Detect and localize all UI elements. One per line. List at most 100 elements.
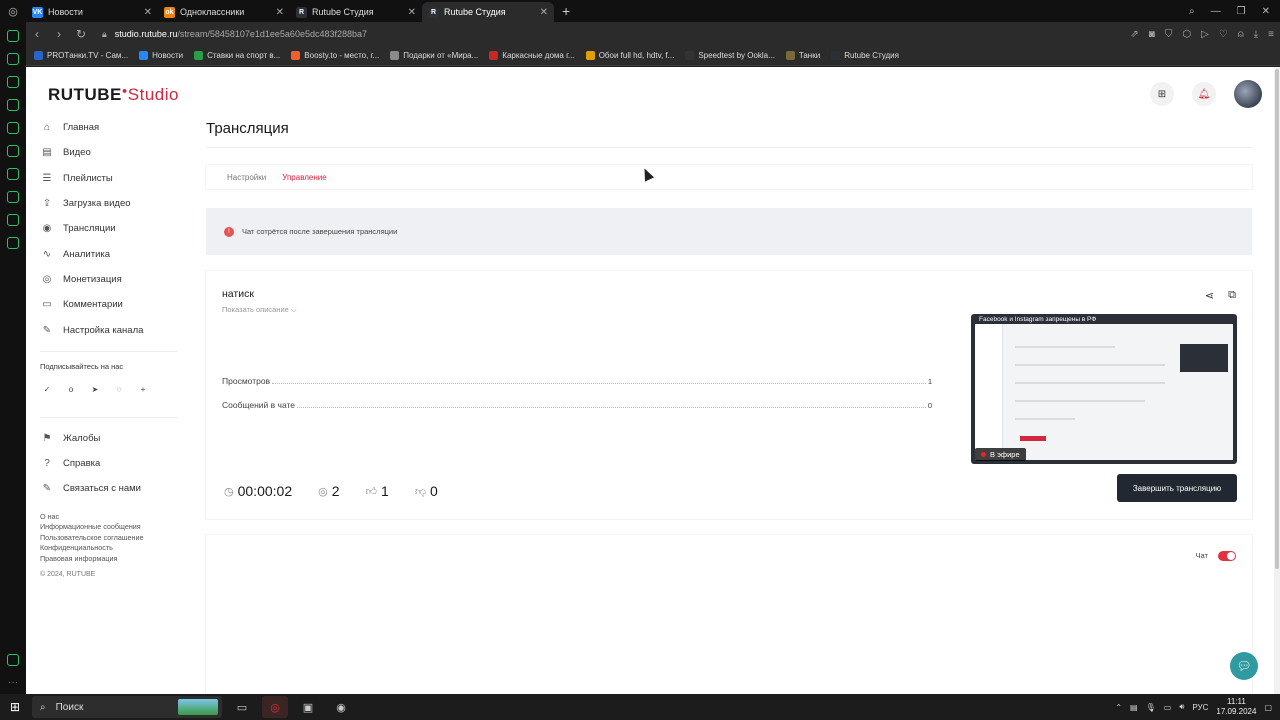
- rail-box-icon[interactable]: [7, 654, 19, 666]
- share-icon[interactable]: ⇗: [1130, 29, 1138, 40]
- rail-wallet-icon[interactable]: [7, 53, 19, 65]
- rail-vpn-icon[interactable]: [7, 168, 19, 180]
- close-tab-icon[interactable]: ✕: [276, 7, 284, 18]
- bookmark-item[interactable]: Boosty.to - место, г...: [291, 51, 379, 60]
- rail-whatsapp-icon[interactable]: [7, 99, 19, 111]
- close-tab-icon[interactable]: ✕: [540, 7, 548, 18]
- open-external-icon[interactable]: ⧉: [1228, 289, 1236, 302]
- bookmark-item[interactable]: Танки: [785, 51, 820, 60]
- tray-app-icon[interactable]: ▤: [1130, 703, 1138, 712]
- rutube-studio-logo[interactable]: RUTUBE●Studio: [48, 85, 179, 105]
- sidebar-item-home[interactable]: ⌂ Главная: [40, 115, 186, 140]
- close-tab-icon[interactable]: ✕: [408, 7, 416, 18]
- download-icon[interactable]: ⤓: [1254, 29, 1258, 40]
- scrollbar-thumb[interactable]: [1275, 69, 1279, 569]
- tab-management[interactable]: Управление: [282, 165, 326, 189]
- bookmark-item[interactable]: Speedtest by Ookla...: [685, 51, 775, 60]
- tray-chevron-icon[interactable]: ⌃: [1115, 703, 1122, 712]
- rail-settings-icon[interactable]: [7, 237, 19, 249]
- rail-history-icon[interactable]: [7, 30, 19, 42]
- sidebar-item-comments[interactable]: ▭ Комментарии: [40, 292, 186, 317]
- add-content-icon[interactable]: ⊞: [1150, 82, 1174, 106]
- footer-link[interactable]: Пользовательское соглашение: [40, 533, 186, 544]
- task-view-icon[interactable]: ▭: [229, 696, 255, 718]
- footer-link[interactable]: Информационные сообщения: [40, 522, 186, 533]
- chat-toggle[interactable]: [1218, 551, 1236, 561]
- language-indicator[interactable]: РУС: [1192, 703, 1208, 712]
- volume-icon[interactable]: 🔊︎: [1179, 702, 1184, 712]
- rail-discord-icon[interactable]: [7, 122, 19, 134]
- end-stream-button[interactable]: Завершить трансляцию: [1117, 474, 1237, 502]
- share-icon[interactable]: ⋖: [1205, 289, 1214, 302]
- close-window-icon[interactable]: ✕: [1262, 6, 1270, 17]
- camera-icon[interactable]: ◙: [1149, 29, 1155, 40]
- viber-icon[interactable]: ◌: [114, 385, 124, 395]
- rail-music-icon[interactable]: [7, 191, 19, 203]
- sidebar-item-flag[interactable]: ⚑ Жалобы: [40, 426, 186, 451]
- bookmark-item[interactable]: Подарки от «Мира...: [390, 51, 478, 60]
- tab-settings[interactable]: Настройки: [227, 165, 266, 189]
- notifications-icon[interactable]: ▢: [1264, 703, 1272, 712]
- browser-tab-news[interactable]: VK Новости ✕: [26, 2, 158, 22]
- support-chat-button[interactable]: 💬︎: [1230, 652, 1258, 680]
- stream-preview[interactable]: Facebook и Instagram запрещены в РФ В эф…: [971, 314, 1237, 464]
- more-icon[interactable]: +: [138, 385, 148, 395]
- rail-games-icon[interactable]: [7, 214, 19, 226]
- browser-tab-rutube-studio-active[interactable]: R Rutube Студия ✕: [422, 2, 554, 22]
- sidebar-item-contact[interactable]: ✎ Связаться с нами: [40, 476, 186, 501]
- taskbar-obs-icon[interactable]: ◉: [328, 696, 354, 718]
- menu-icon[interactable]: ≡: [1268, 29, 1274, 40]
- notifications-icon[interactable]: 🔔︎: [1192, 82, 1216, 106]
- sidebar-item-video[interactable]: ▤ Видео: [40, 140, 186, 165]
- bookmark-item[interactable]: Каркасные дома г...: [489, 51, 575, 60]
- sidebar-item-channel-settings[interactable]: ✎ Настройка канала: [40, 317, 186, 342]
- rail-pin-icon[interactable]: [7, 145, 19, 157]
- browser-menu-icon[interactable]: ◎: [0, 0, 26, 22]
- bookmark-item[interactable]: Rutube Студия: [831, 51, 899, 60]
- profile-icon[interactable]: ⍝: [1238, 29, 1244, 40]
- close-tab-icon[interactable]: ✕: [144, 7, 152, 18]
- play-icon[interactable]: ▷: [1201, 29, 1209, 40]
- browser-tab-odnoklassniki[interactable]: ok Одноклассники ✕: [158, 2, 290, 22]
- url-field[interactable]: 🔒︎ studio.rutube.ru /stream/58458107e1d1…: [102, 29, 367, 40]
- maximize-icon[interactable]: ❐: [1237, 6, 1246, 17]
- forward-icon[interactable]: ›: [48, 27, 70, 41]
- vk-icon[interactable]: ✓: [42, 385, 52, 395]
- browser-tab-rutube-studio[interactable]: R Rutube Студия ✕: [290, 2, 422, 22]
- sidebar-item-playlist[interactable]: ☰ Плейлисты: [40, 166, 186, 191]
- minimize-icon[interactable]: —: [1211, 6, 1221, 17]
- sidebar-item-monetization[interactable]: ◎ Монетизация: [40, 267, 186, 292]
- network-icon[interactable]: ▭: [1164, 703, 1172, 712]
- shield-icon[interactable]: ⛉: [1165, 29, 1173, 40]
- search-tabs-icon[interactable]: ⌕: [1189, 6, 1195, 17]
- bookmark-item[interactable]: Новости: [139, 51, 183, 60]
- telegram-icon[interactable]: ➤: [90, 385, 100, 395]
- extension-icon[interactable]: ⬡: [1182, 29, 1191, 40]
- microphone-icon[interactable]: 🎙︎: [1146, 703, 1156, 712]
- bookmark-item[interactable]: Ставки на спорт в...: [194, 51, 280, 60]
- heart-icon[interactable]: ♡: [1219, 29, 1228, 40]
- avatar[interactable]: [1234, 80, 1262, 108]
- reload-icon[interactable]: ↻: [70, 27, 92, 41]
- taskbar-app-icon[interactable]: ▣: [295, 696, 321, 718]
- bookmark-item[interactable]: PROTанки.TV - Сам...: [34, 51, 128, 60]
- footer-link[interactable]: Правовая информация: [40, 554, 186, 565]
- rail-more-icon[interactable]: ···: [8, 677, 18, 688]
- sidebar-item-upload[interactable]: ⇪ Загрузка видео: [40, 191, 186, 216]
- footer-link[interactable]: Конфиденциальность: [40, 543, 186, 554]
- ok-icon[interactable]: o: [66, 385, 76, 395]
- windows-start-icon[interactable]: ⊞: [0, 694, 30, 720]
- new-tab-button[interactable]: +: [562, 3, 570, 19]
- footer-link[interactable]: О нас: [40, 512, 186, 523]
- sidebar-item-analytics[interactable]: ∿ Аналитика: [40, 241, 186, 266]
- taskbar-search[interactable]: ⌕ Поиск: [32, 696, 222, 718]
- show-description-link[interactable]: Показать описание ⌵: [222, 305, 297, 315]
- taskbar-browser-icon[interactable]: ◎: [262, 696, 288, 718]
- back-icon[interactable]: ‹: [26, 27, 48, 41]
- rail-twitch-icon[interactable]: [7, 76, 19, 88]
- clock[interactable]: 11:11 17.09.2024: [1216, 697, 1256, 717]
- sidebar-item-broadcast[interactable]: ◉ Трансляции: [40, 216, 186, 241]
- bookmark-item[interactable]: Обои full hd, hdtv, f...: [585, 51, 674, 60]
- page-scrollbar[interactable]: [1274, 67, 1280, 694]
- sidebar-item-help[interactable]: ? Справка: [40, 451, 186, 476]
